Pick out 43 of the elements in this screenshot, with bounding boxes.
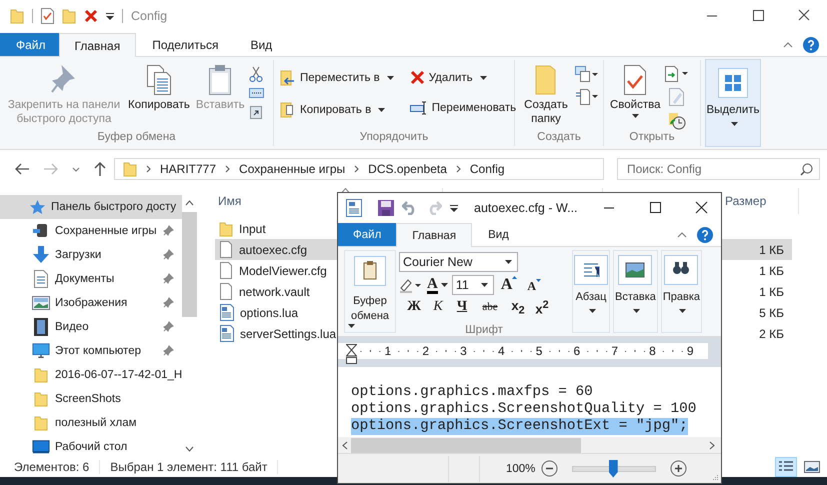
zoom-level: 100% — [506, 462, 536, 474]
group-label: Открыть — [628, 130, 676, 145]
nav-label: Загрузки — [55, 249, 102, 261]
nav-label: Сохраненные игры — [55, 225, 157, 237]
group-label: Буфер обмена — [96, 130, 177, 145]
file-size: 5 КБ — [759, 306, 785, 320]
nav-label: Рабочий стол — [55, 441, 128, 453]
file-name: Input — [239, 222, 266, 236]
group-label: Шрифт — [465, 322, 503, 338]
file-name: ModelViewer.cfg — [239, 264, 327, 278]
file-name: options.lua — [240, 306, 298, 320]
ruler-number: 6 — [572, 344, 582, 358]
status-text: Элементов: 6 — [14, 460, 100, 474]
file-name: autoexec.cfg — [239, 242, 308, 256]
window-title: Config — [131, 9, 168, 23]
ruler-number: 8 — [648, 344, 657, 358]
nav-label: Видео — [55, 321, 89, 333]
ruler-number: 4 — [496, 344, 506, 358]
nav-label: ScreenShots — [55, 393, 121, 405]
group-label: Упорядочить — [358, 130, 430, 145]
file-size: 2 КБ — [759, 326, 785, 340]
nav-label: Изображения — [55, 297, 128, 309]
nav-label: полезный хлам — [55, 417, 136, 429]
ruler-number: 9 — [686, 344, 695, 358]
nav-label: 2016-06-07--17-42-01_H — [55, 369, 182, 381]
status-text: Выбран 1 элемент: 111 байт — [110, 460, 278, 474]
file-size: 1 КБ — [759, 264, 785, 278]
file-size: 1 КБ — [759, 284, 785, 298]
code-line: options.graphics.ScreenshotQuality = 100 — [351, 401, 696, 418]
ruler-number: 3 — [459, 344, 468, 358]
nav-label: Документы — [55, 273, 114, 285]
ruler-number: 1 — [384, 344, 392, 358]
group-label: Создать — [536, 130, 582, 145]
ruler-number: 2 — [421, 344, 430, 358]
window-title: autoexec.cfg - W... — [474, 201, 578, 215]
ruler-number: 7 — [610, 344, 620, 358]
code-line: options.graphics.maxfps = 60 — [351, 384, 593, 401]
file-name: network.vault — [239, 284, 310, 298]
nav-label: Панель быстрого досту — [51, 201, 176, 213]
file-size: 1 КБ — [759, 242, 785, 256]
ruler-number: 5 — [534, 344, 544, 358]
file-name: serverSettings.lua — [240, 326, 336, 340]
nav-label: Этот компьютер — [55, 345, 141, 357]
